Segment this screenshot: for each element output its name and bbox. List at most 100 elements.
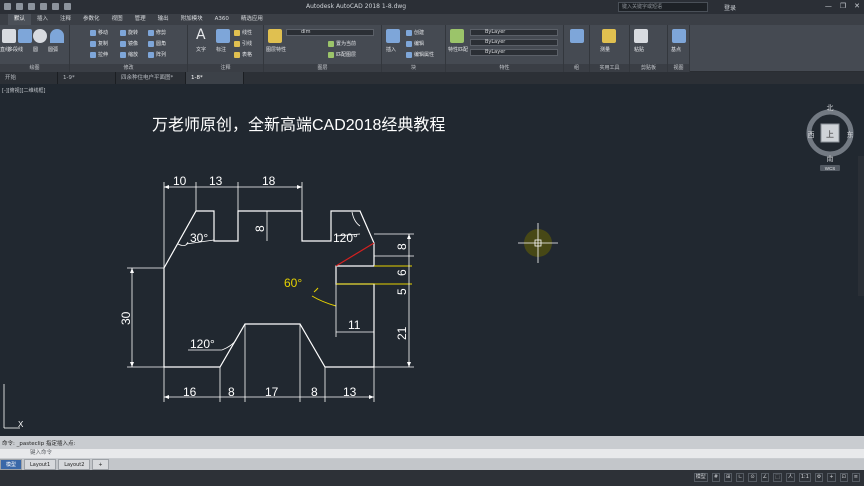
array-button[interactable]: 阵列 <box>148 51 166 58</box>
color-dropdown[interactable]: ByLayer <box>470 29 558 36</box>
insert-block-button[interactable]: 插入 <box>386 46 396 53</box>
trim-button[interactable]: 修剪 <box>148 29 166 36</box>
view-panel-label[interactable]: 视图 <box>668 64 689 72</box>
base-view-button[interactable]: 基点 <box>671 46 681 53</box>
leader-button[interactable]: 引线 <box>234 40 252 47</box>
circle-button[interactable]: 圆 <box>33 46 38 53</box>
text-icon[interactable]: A <box>196 28 210 42</box>
create-block-button[interactable]: 创建 <box>406 29 424 36</box>
copy-button[interactable]: 复制 <box>90 40 108 47</box>
scale-button[interactable]: 缩放 <box>120 51 138 58</box>
viewcube[interactable]: 上 北 南 西 东 WCS <box>806 99 854 171</box>
close-button[interactable]: ✕ <box>854 2 860 10</box>
file-tab-floor-plan[interactable]: 四余种住电户平面图* <box>116 72 186 84</box>
tab-parametric[interactable]: 参数化 <box>77 14 106 25</box>
annotation-scale[interactable]: 1:1 <box>798 473 811 482</box>
minimize-button[interactable]: — <box>825 2 832 10</box>
match-properties-button[interactable]: 特性匹配 <box>448 46 468 53</box>
group-icon[interactable] <box>570 29 584 43</box>
tab-manage[interactable]: 管理 <box>129 14 152 25</box>
dimension-button[interactable]: 标注 <box>216 46 226 53</box>
linear-button[interactable]: 线性 <box>234 29 252 36</box>
layer-dropdown[interactable]: dim <box>286 29 374 36</box>
circle-icon[interactable] <box>33 29 47 43</box>
annotation-panel-label[interactable]: 注释 <box>188 64 263 72</box>
move-button[interactable]: 移动 <box>90 29 108 36</box>
clipboard-panel-label[interactable]: 剪贴板 <box>630 64 667 72</box>
modify-panel-label[interactable]: 修改 <box>70 64 187 72</box>
tab-output[interactable]: 输出 <box>152 14 175 25</box>
match-layer-button[interactable]: 匹配图层 <box>328 51 356 58</box>
compass-north[interactable]: 北 <box>827 104 834 112</box>
add-icon[interactable]: + <box>827 473 836 482</box>
layer-properties-button[interactable]: 图层特性 <box>266 46 286 53</box>
model-space-toggle[interactable]: 模型 <box>693 473 708 482</box>
lineweight-dropdown[interactable]: ByLayer <box>470 49 558 56</box>
paste-icon[interactable] <box>634 29 648 43</box>
line-icon[interactable] <box>2 29 16 43</box>
drawing-canvas[interactable]: [-][俯视][二维线框] 万老师原创，全新高端CAD2018经典教程 10 1… <box>0 84 864 436</box>
customize-menu-icon[interactable]: ≡ <box>851 473 860 482</box>
layer-properties-icon[interactable] <box>268 29 282 43</box>
mirror-button[interactable]: 镜像 <box>120 40 138 47</box>
groups-panel-label[interactable]: 组 <box>564 64 589 72</box>
ortho-toggle[interactable]: ∟ <box>736 473 745 482</box>
paste-button[interactable]: 粘贴 <box>634 46 644 53</box>
isolate-objects-icon[interactable]: ⊡ <box>839 473 848 482</box>
open-file-icon[interactable] <box>28 3 35 10</box>
properties-panel-label[interactable]: 特性 <box>446 64 563 72</box>
linetype-dropdown[interactable]: ByLayer <box>470 39 558 46</box>
draw-panel-label[interactable]: 绘图 <box>0 64 69 72</box>
tab-a360[interactable]: A360 <box>209 14 235 25</box>
tab-insert[interactable]: 插入 <box>31 14 54 25</box>
undo-icon[interactable] <box>52 3 59 10</box>
text-button[interactable]: 文字 <box>196 46 206 53</box>
maximize-button[interactable]: ❐ <box>840 2 846 10</box>
polyline-button[interactable]: 多段线 <box>8 46 23 53</box>
osnap-toggle[interactable]: ⬚ <box>773 473 782 482</box>
tab-annotate[interactable]: 注释 <box>54 14 77 25</box>
layout1-tab[interactable]: Layout1 <box>24 459 57 470</box>
tab-default[interactable]: 默认 <box>8 14 32 25</box>
workspace-gear-icon[interactable]: ⚙ <box>814 473 824 482</box>
rotate-button[interactable]: 旋转 <box>120 29 138 36</box>
grid-toggle[interactable]: # <box>711 473 721 482</box>
base-view-icon[interactable] <box>672 29 686 43</box>
login-link[interactable]: 登录 <box>724 3 736 12</box>
layers-panel-label[interactable]: 图层 <box>264 64 381 72</box>
table-button[interactable]: 表格 <box>234 51 252 58</box>
save-icon[interactable] <box>40 3 47 10</box>
file-tab-start[interactable]: 开始 <box>0 72 58 84</box>
file-tab-1-8[interactable]: 1-8* <box>186 72 244 84</box>
command-input[interactable]: 键入命令 <box>0 449 864 458</box>
compass-west[interactable]: 西 <box>808 131 815 139</box>
utilities-panel-label[interactable]: 实用工具 <box>590 64 629 72</box>
polar-toggle[interactable]: ⊙ <box>748 473 757 482</box>
navigation-bar[interactable] <box>858 156 864 296</box>
set-current-button[interactable]: 置为当前 <box>328 40 356 47</box>
redo-icon[interactable] <box>64 3 71 10</box>
polyline-icon[interactable] <box>18 29 32 43</box>
model-tab[interactable]: 模型 <box>0 459 23 470</box>
edit-block-button[interactable]: 编辑 <box>406 40 424 47</box>
new-file-icon[interactable] <box>16 3 23 10</box>
layout2-tab[interactable]: Layout2 <box>58 459 91 470</box>
add-layout-button[interactable]: + <box>92 459 109 470</box>
match-properties-icon[interactable] <box>450 29 464 43</box>
edit-attributes-button[interactable]: 编辑属性 <box>406 51 434 58</box>
arc-icon[interactable] <box>50 29 64 43</box>
insert-block-icon[interactable] <box>386 29 400 43</box>
file-tab-1-9[interactable]: 1-9* <box>58 72 116 84</box>
search-input[interactable]: 键入关键字或短语 <box>618 2 708 12</box>
compass-east[interactable]: 东 <box>847 130 854 139</box>
arc-button[interactable]: 圆弧 <box>48 46 58 53</box>
block-panel-label[interactable]: 块 <box>382 64 445 72</box>
dimension-icon[interactable] <box>216 29 230 43</box>
tab-addins[interactable]: 附加模块 <box>175 14 209 25</box>
compass-south[interactable]: 南 <box>827 154 834 163</box>
snap-toggle[interactable]: ⊞ <box>724 473 733 482</box>
measure-button[interactable]: 测量 <box>600 46 610 53</box>
measure-icon[interactable] <box>602 29 616 43</box>
annotation-visibility-toggle[interactable]: 人 <box>785 473 795 482</box>
tab-view[interactable]: 视图 <box>106 14 129 25</box>
